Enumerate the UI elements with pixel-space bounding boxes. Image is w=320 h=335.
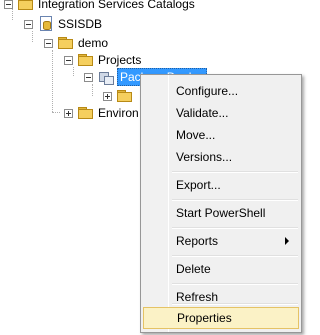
- menu-separator: [172, 283, 298, 285]
- folder-icon: [58, 36, 74, 50]
- tree-node-projects[interactable]: Projects: [64, 51, 141, 69]
- folder-icon: [78, 106, 94, 120]
- menu-item-delete[interactable]: Delete: [143, 258, 299, 280]
- menu-item-versions[interactable]: Versions...: [143, 146, 299, 168]
- menu-separator: [172, 171, 298, 173]
- menu-separator: [172, 255, 298, 257]
- folder-icon: [78, 53, 94, 67]
- tree-node-label: Projects: [98, 53, 142, 67]
- menu-item-move[interactable]: Move...: [143, 124, 299, 146]
- menu-item-configure[interactable]: Configure...: [143, 80, 299, 102]
- context-menu: Configure... Validate... Move... Version…: [140, 74, 302, 333]
- tree-node-integration-services-catalogs[interactable]: Integration Services Catalogs: [4, 0, 195, 13]
- tree-node-packages[interactable]: [103, 87, 137, 105]
- collapse-icon[interactable]: [64, 55, 73, 65]
- expand-icon[interactable]: [103, 91, 112, 101]
- tree-node-label: Integration Services Catalogs: [38, 0, 195, 11]
- folder-icon: [18, 0, 34, 11]
- menu-item-validate[interactable]: Validate...: [143, 102, 299, 124]
- tree-connector: [52, 112, 60, 113]
- submenu-arrow-icon: [285, 237, 289, 245]
- menu-item-start-powershell[interactable]: Start PowerShell: [143, 202, 299, 224]
- collapse-icon[interactable]: [84, 72, 93, 82]
- collapse-icon[interactable]: [24, 19, 33, 29]
- menu-item-export[interactable]: Export...: [143, 174, 299, 196]
- expand-icon[interactable]: [64, 108, 73, 118]
- database-icon: [38, 16, 54, 32]
- tree-node-environments[interactable]: Environ: [64, 104, 139, 122]
- menu-separator: [172, 227, 298, 229]
- project-icon: [98, 69, 114, 85]
- tree-node-label: SSISDB: [58, 17, 103, 31]
- tree-connector: [52, 50, 53, 112]
- collapse-icon[interactable]: [4, 0, 13, 9]
- tree-node-demo[interactable]: demo: [44, 34, 108, 52]
- tree-node-label: demo: [78, 36, 109, 50]
- menu-separator: [172, 199, 298, 201]
- tree-node-label: Environ: [98, 106, 139, 120]
- menu-separator: [172, 303, 298, 305]
- collapse-icon[interactable]: [44, 38, 53, 48]
- menu-item-reports[interactable]: Reports: [143, 230, 299, 252]
- menu-item-properties[interactable]: Properties: [143, 307, 299, 329]
- folder-icon: [117, 89, 133, 103]
- tree-node-ssisdb[interactable]: SSISDB: [24, 15, 102, 33]
